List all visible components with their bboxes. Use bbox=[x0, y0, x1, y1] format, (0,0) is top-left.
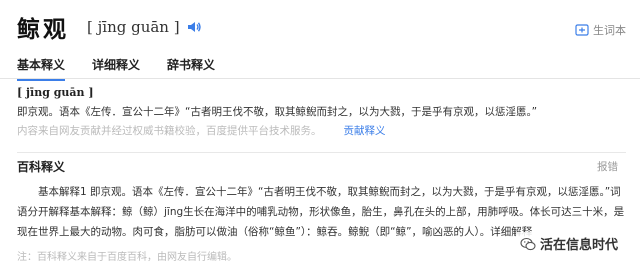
baike-title: 百科释义 bbox=[17, 160, 66, 174]
tab-basic[interactable]: 基本释义 bbox=[17, 54, 66, 81]
baike-source-note: 注：百科释义来自于百度百科，由网友自行编辑。 bbox=[17, 252, 237, 263]
speaker-icon[interactable] bbox=[186, 19, 202, 35]
entry-header: 鲸观 [ jīng guān ] bbox=[17, 12, 202, 43]
basic-source-note: 内容来自网友贡献并经过权威书籍校验，百度提供平台技术服务。 贡献释义 bbox=[17, 123, 626, 139]
tab-detailed[interactable]: 详细释义 bbox=[92, 54, 140, 81]
basic-note-text: 内容来自网友贡献并经过权威书籍校验，百度提供平台技术服务。 bbox=[17, 125, 322, 137]
wechat-icon bbox=[520, 237, 536, 250]
basic-definition-section: [ jīng guān ] 即京观。语本《左传．宣公十二年》“古者明王伐不敬，取… bbox=[17, 86, 626, 139]
tabs-divider bbox=[0, 78, 640, 79]
entry-word: 鲸观 bbox=[17, 17, 69, 43]
watermark: 活在信息时代 bbox=[515, 232, 622, 255]
basic-definition-text: 即京观。语本《左传．宣公十二年》“古者明王伐不敬，取其鲸鲵而封之，以为大戮，于是… bbox=[17, 106, 538, 118]
watermark-text: 活在信息时代 bbox=[539, 238, 618, 253]
vocab-book-button[interactable]: 生词本 bbox=[575, 22, 626, 38]
contribute-link[interactable]: 贡献释义 bbox=[344, 125, 386, 137]
definition-tabs: 基本释义 详细释义 辞书释义 bbox=[17, 54, 242, 81]
tab-dictionary[interactable]: 辞书释义 bbox=[167, 54, 215, 81]
entry-pinyin: [ jīng guān ] bbox=[87, 18, 180, 36]
section-divider bbox=[17, 152, 626, 153]
vocab-book-label: 生词本 bbox=[593, 24, 626, 37]
basic-pinyin: [ jīng guān ] bbox=[17, 86, 94, 99]
vocab-book-icon bbox=[575, 24, 589, 36]
report-link[interactable]: 报错 bbox=[597, 159, 618, 174]
dictionary-page: 鲸观 [ jīng guān ] 生词本 基本释义 详细释义 辞书释义 [ jī… bbox=[0, 0, 640, 268]
